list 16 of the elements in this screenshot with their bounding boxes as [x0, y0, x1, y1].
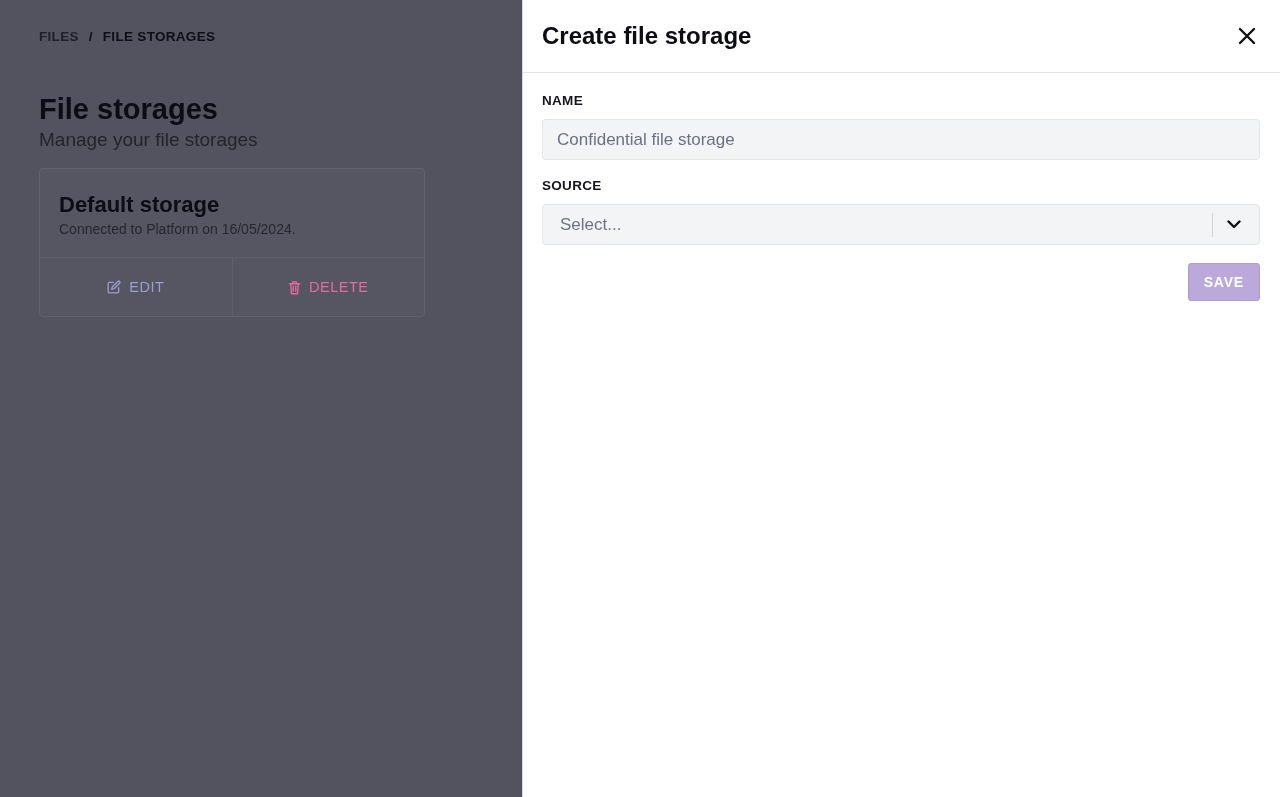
pencil-square-icon [107, 280, 122, 294]
trash-icon [288, 279, 302, 295]
breadcrumb-separator: / [88, 29, 93, 44]
delete-button[interactable]: DELETE [231, 258, 424, 316]
chevron-down-icon [1227, 220, 1241, 229]
edit-button[interactable]: EDIT [40, 258, 232, 316]
field-label: NAME [542, 93, 583, 108]
close-button[interactable] [1238, 27, 1256, 45]
name-input[interactable]: Confidential file storage [542, 119, 1260, 160]
panel-title: Create file storage [542, 22, 752, 50]
storage-name: Default storage [59, 191, 221, 219]
field-label: SOURCE [542, 178, 602, 193]
source-select[interactable]: Select... [542, 204, 1260, 245]
breadcrumb-link[interactable]: FILE STORAGES [102, 29, 216, 44]
page-title: File storages [39, 92, 219, 127]
close-icon [1238, 27, 1256, 45]
